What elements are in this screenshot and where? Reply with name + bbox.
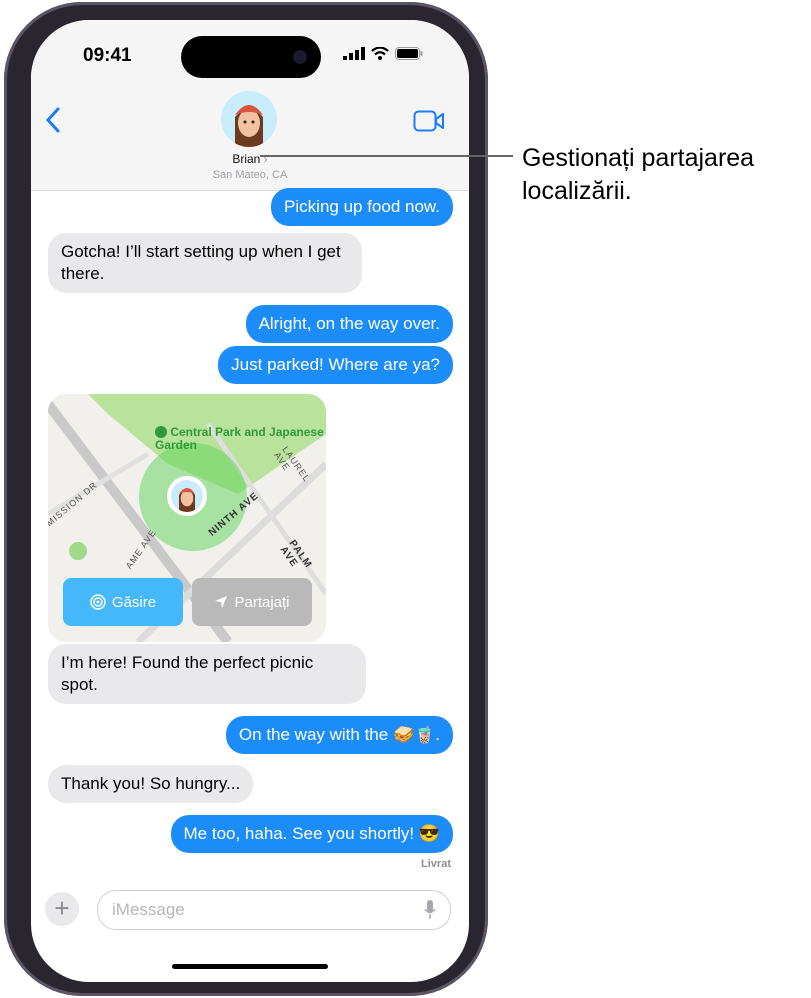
add-attachment-button[interactable]: + <box>45 892 79 926</box>
contact-location: San Mateo, CA <box>212 169 288 181</box>
screen: Brian › San Mateo, CA 09:41 Picking up f… <box>31 20 469 982</box>
find-button[interactable]: Găsire <box>63 578 183 626</box>
message-bubble[interactable]: On the way with the 🥪🧋. <box>225 716 453 754</box>
share-label: Partajați <box>234 593 290 611</box>
home-indicator <box>172 964 328 969</box>
tree-icon <box>155 426 167 438</box>
share-button[interactable]: Partajați <box>192 578 312 626</box>
camera <box>293 50 307 64</box>
message-bubble[interactable]: Me too, haha. See you shortly! 😎 <box>170 815 453 853</box>
message-placeholder: iMessage <box>112 900 185 919</box>
status-icons <box>343 47 423 60</box>
battery-icon <box>395 47 423 60</box>
message-bubble[interactable]: Just parked! Where are ya? <box>218 346 453 384</box>
map-poi-label: Central Park and Japanese Garden <box>155 425 324 452</box>
microphone-icon[interactable] <box>424 900 436 920</box>
chevron-left-icon <box>45 107 60 133</box>
location-arrow-icon <box>215 596 228 608</box>
phone-frame: Brian › San Mateo, CA 09:41 Picking up f… <box>4 2 488 996</box>
plus-icon: + <box>54 893 70 923</box>
message-bubble[interactable]: I’m here! Found the perfect picnic spot. <box>48 644 366 704</box>
contact-location-pin[interactable] <box>167 476 207 516</box>
callout-line <box>260 155 513 157</box>
callout-text: Gestionați partajarea localizării. <box>522 144 755 205</box>
message-bubble[interactable]: Picking up food now. <box>271 188 453 226</box>
signal-icon <box>343 47 365 60</box>
message-bubble[interactable]: Alright, on the way over. <box>245 305 453 343</box>
find-label: Găsire <box>111 593 157 611</box>
status-time: 09:41 <box>83 45 132 66</box>
back-button[interactable] <box>45 106 61 142</box>
avatar[interactable] <box>221 91 277 147</box>
wifi-icon <box>371 47 389 60</box>
message-bubble[interactable]: Thank you! So hungry... <box>48 765 254 803</box>
radar-icon <box>90 594 106 610</box>
message-input[interactable]: iMessage <box>97 890 451 930</box>
video-call-button[interactable] <box>413 110 445 137</box>
video-camera-icon <box>413 110 444 132</box>
location-map[interactable]: Central Park and Japanese Garden NINTH A… <box>48 394 326 642</box>
message-bubble[interactable]: Gotcha! I’ll start setting up when I get… <box>48 233 362 293</box>
delivered-status: Livrat <box>421 858 451 870</box>
